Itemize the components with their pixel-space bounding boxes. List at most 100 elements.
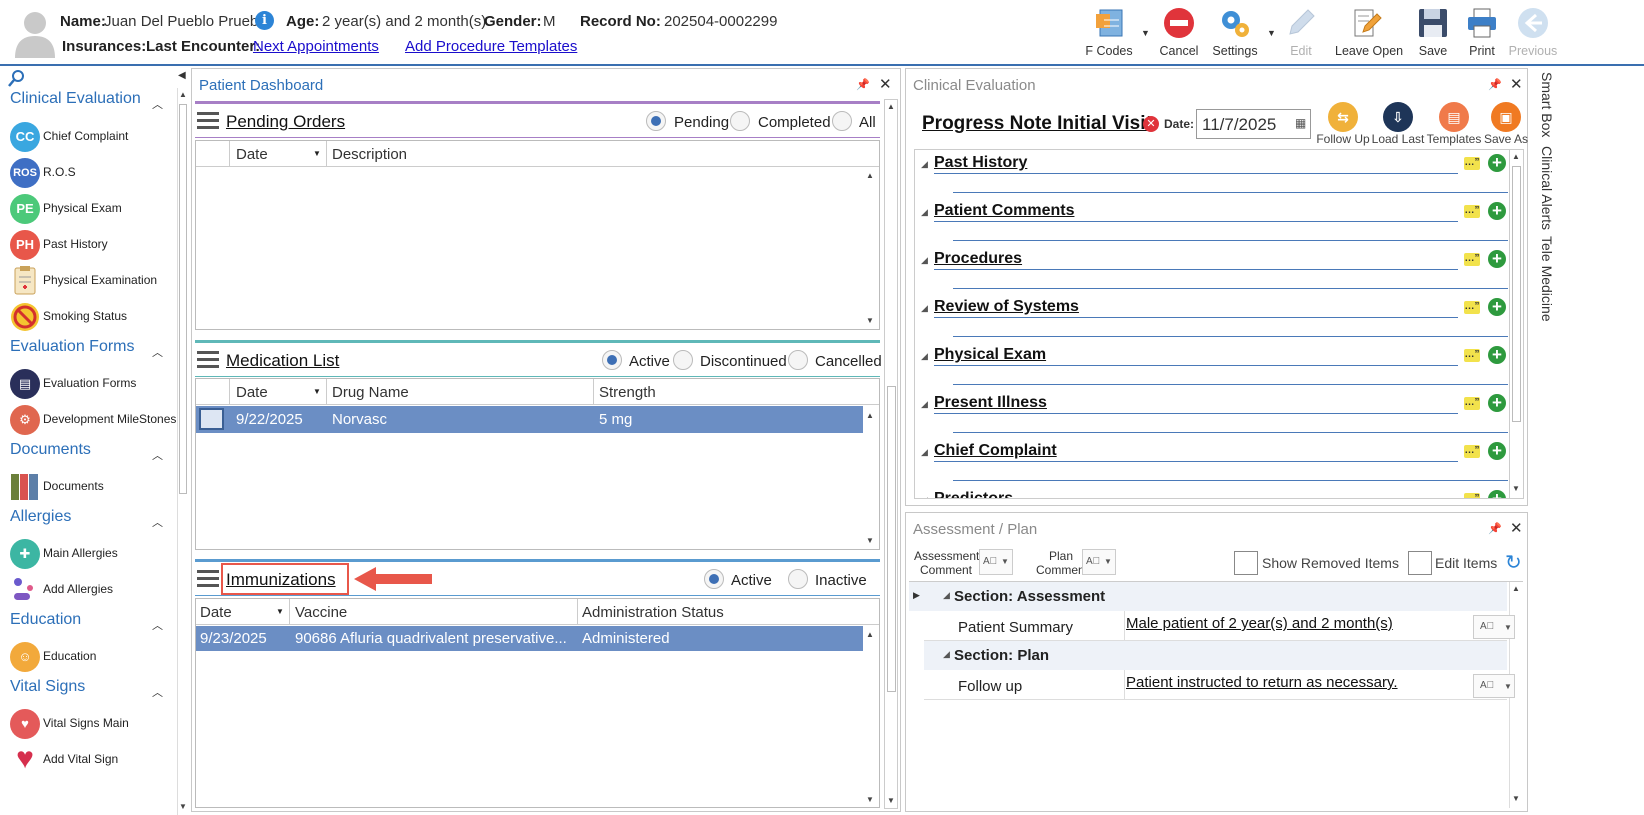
patient-summary-value[interactable]: Male patient of 2 year(s) and 2 month(s) <box>1126 615 1393 632</box>
collapse-icon[interactable]: ◢ <box>921 399 928 410</box>
collapse-sidebar-icon[interactable]: ◀ <box>178 70 186 81</box>
sidebar-item-smoking-status[interactable]: Smoking Status <box>10 301 180 333</box>
follow-up-button[interactable]: ⇆ Follow Up <box>1312 102 1374 146</box>
note-icon[interactable]: …” <box>1464 397 1480 410</box>
radio-inactive[interactable] <box>788 569 808 589</box>
edit-button[interactable]: Edit <box>1270 4 1332 62</box>
sidebar-item-main-allergies[interactable]: ✚ Main Allergies <box>10 538 180 570</box>
note-icon[interactable]: …” <box>1464 349 1480 362</box>
tab-clinical-alerts[interactable]: Clinical Alerts <box>1539 146 1555 230</box>
fcodes-button[interactable]: F Codes <box>1078 4 1140 62</box>
sidebar-item-development-milestones[interactable]: ⚙ Development MileStones <box>10 404 180 436</box>
settings-button[interactable]: Settings <box>1204 4 1266 62</box>
column-header-date[interactable]: Date <box>236 384 268 401</box>
section-title[interactable]: Physical Exam <box>934 346 1046 364</box>
close-icon[interactable]: ✕ <box>1510 519 1523 537</box>
search-icon[interactable] <box>8 69 26 87</box>
column-header-strength[interactable]: Strength <box>599 384 656 401</box>
section-title[interactable]: Predictors <box>934 490 1013 498</box>
scroll-down-icon[interactable]: ▼ <box>866 536 874 545</box>
pin-icon[interactable]: 📌 <box>1488 522 1502 535</box>
chevron-up-icon[interactable]: ︿ <box>152 96 163 112</box>
close-icon[interactable]: ✕ <box>1510 75 1523 93</box>
collapse-icon[interactable]: ◢ <box>921 303 928 314</box>
tab-smart-box[interactable]: Smart Box <box>1539 72 1555 137</box>
chevron-up-icon[interactable]: ︿ <box>152 617 163 633</box>
chevron-up-icon[interactable]: ︿ <box>152 344 163 360</box>
note-icon[interactable]: …” <box>1464 493 1480 498</box>
collapse-icon[interactable]: ◢ <box>921 351 928 362</box>
chevron-up-icon[interactable]: ︿ <box>152 684 163 700</box>
note-icon[interactable]: …” <box>1464 205 1480 218</box>
collapse-icon[interactable]: ◢ <box>943 649 950 660</box>
calendar-icon[interactable]: ▦ <box>1295 116 1306 130</box>
sidebar-item-chief-complaint[interactable]: CC Chief Complaint <box>10 121 180 153</box>
sidebar-item-physical-examination[interactable]: Physical Examination <box>10 265 180 297</box>
dashboard-scrollbar[interactable]: ▲ ▼ <box>884 99 898 809</box>
column-header-description[interactable]: Description <box>332 146 407 163</box>
medication-list-title[interactable]: Medication List <box>226 351 339 371</box>
collapse-icon[interactable]: ◢ <box>921 207 928 218</box>
scroll-up-icon[interactable]: ▲ <box>866 411 874 420</box>
sidebar-item-add-vital-sign[interactable]: ♥ Add Vital Sign <box>10 744 180 776</box>
next-appointments-link[interactable]: Next Appointments <box>253 38 379 55</box>
sidebar-item-vital-signs-main[interactable]: ♥ Vital Signs Main <box>10 708 180 740</box>
chevron-up-icon[interactable]: ︿ <box>152 447 163 463</box>
column-header-vaccine[interactable]: Vaccine <box>295 604 347 621</box>
text-format-dropdown[interactable]: A⃞ ▼ <box>1473 674 1515 698</box>
add-icon[interactable]: + <box>1488 154 1506 172</box>
section-education[interactable]: Education <box>10 611 81 629</box>
add-icon[interactable]: + <box>1488 250 1506 268</box>
close-icon[interactable]: ✕ <box>879 75 892 93</box>
add-icon[interactable]: + <box>1488 394 1506 412</box>
section-evaluation-forms[interactable]: Evaluation Forms <box>10 338 135 356</box>
radio-all[interactable] <box>832 111 852 131</box>
add-procedure-templates-link[interactable]: Add Procedure Templates <box>405 38 577 55</box>
radio-active[interactable] <box>704 569 724 589</box>
info-icon[interactable]: i <box>255 11 274 30</box>
radio-pending[interactable] <box>646 111 666 131</box>
radio-completed[interactable] <box>730 111 750 131</box>
follow-up-value[interactable]: Patient instructed to return as necessar… <box>1126 674 1398 691</box>
pin-icon[interactable]: 📌 <box>1488 78 1502 91</box>
section-present-illness[interactable]: ◢ Present Illness …” + <box>915 390 1509 438</box>
scroll-up-icon[interactable]: ▲ <box>866 171 874 180</box>
section-title[interactable]: Present Illness <box>934 394 1047 412</box>
refresh-icon[interactable]: ↻ <box>1505 550 1522 575</box>
scroll-up-icon[interactable]: ▲ <box>866 630 874 639</box>
pin-icon[interactable]: 📌 <box>856 78 870 91</box>
tab-tele-medicine[interactable]: Tele Medicine <box>1539 236 1555 322</box>
column-header-drug-name[interactable]: Drug Name <box>332 384 409 401</box>
collapse-icon[interactable]: ◢ <box>943 590 950 601</box>
add-icon[interactable]: + <box>1488 202 1506 220</box>
radio-discontinued[interactable] <box>673 350 693 370</box>
section-review-of-systems[interactable]: ◢ Review of Systems …” + <box>915 294 1509 342</box>
section-title[interactable]: Procedures <box>934 250 1022 268</box>
section-predictors[interactable]: ◢ Predictors …” + <box>915 486 1509 498</box>
show-removed-checkbox[interactable] <box>1234 551 1258 575</box>
sidebar-item-education[interactable]: ☺ Education <box>10 641 180 673</box>
section-title[interactable]: Review of Systems <box>934 298 1079 316</box>
note-icon[interactable]: …” <box>1464 301 1480 314</box>
sort-dropdown-icon[interactable]: ▼ <box>313 387 321 396</box>
text-format-dropdown[interactable]: A⃞ ▼ <box>1473 615 1515 639</box>
scroll-down-icon[interactable]: ▼ <box>866 316 874 325</box>
note-icon[interactable]: …” <box>1464 253 1480 266</box>
section-documents[interactable]: Documents <box>10 441 91 459</box>
edit-items-checkbox[interactable] <box>1408 551 1432 575</box>
collapse-icon[interactable]: ◢ <box>921 255 928 266</box>
note-title[interactable]: Progress Note Initial Visit <box>922 113 1152 135</box>
hamburger-menu-icon[interactable] <box>197 112 219 130</box>
save-as-button[interactable]: ▣ Save As <box>1475 102 1537 146</box>
sort-dropdown-icon[interactable]: ▼ <box>313 149 321 158</box>
remove-note-icon[interactable]: ✕ <box>1143 116 1159 132</box>
sidebar-item-evaluation-forms[interactable]: ▤ Evaluation Forms <box>10 368 180 400</box>
section-procedures[interactable]: ◢ Procedures …” + <box>915 246 1509 294</box>
collapse-icon[interactable]: ◢ <box>921 495 928 498</box>
section-title[interactable]: Past History <box>934 154 1027 172</box>
expand-icon[interactable]: ▶ <box>913 590 920 601</box>
section-title[interactable]: Patient Comments <box>934 202 1074 220</box>
hamburger-menu-icon[interactable] <box>197 351 219 369</box>
immunizations-title[interactable]: Immunizations <box>226 570 336 590</box>
section-physical-exam[interactable]: ◢ Physical Exam …” + <box>915 342 1509 390</box>
